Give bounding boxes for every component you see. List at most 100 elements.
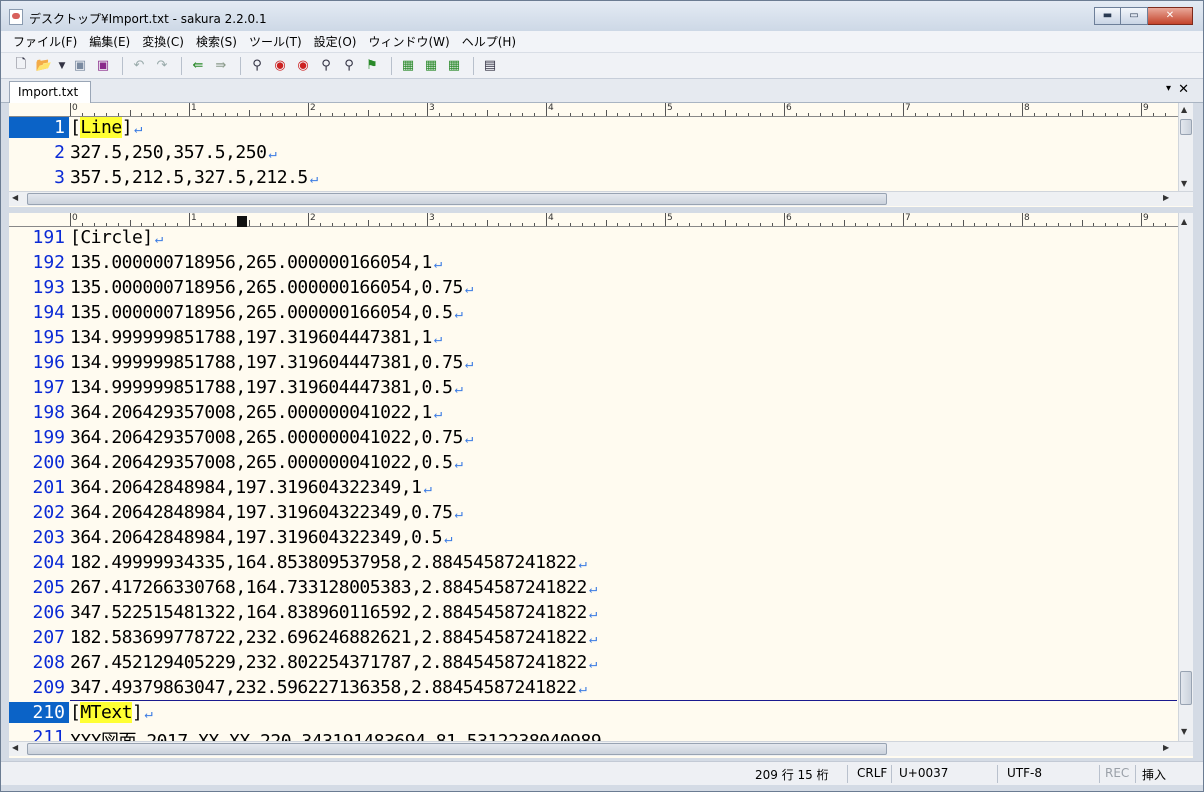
scroll-right-icon[interactable]: ▶: [1163, 193, 1169, 202]
vertical-scrollbar-bottom[interactable]: ▲ ▼: [1178, 213, 1193, 741]
line-number[interactable]: 204: [32, 552, 65, 573]
outline-icon[interactable]: ▦: [421, 56, 441, 76]
grep-icon[interactable]: ⚲: [316, 56, 336, 76]
title-bar[interactable]: デスクトップ¥Import.txt - sakura 2.2.0.1 ▬ ▭ ✕: [1, 1, 1203, 31]
text-line[interactable]: 135.000000718956,265.000000166054,0.75 ↵: [70, 277, 473, 298]
status-insert-mode[interactable]: 挿入: [1142, 766, 1166, 783]
horizontal-scrollbar-bottom[interactable]: ◀ ▶: [9, 741, 1193, 756]
find-icon[interactable]: ⚲: [247, 56, 267, 76]
line-number[interactable]: 2: [54, 142, 65, 163]
line-number[interactable]: 206: [32, 602, 65, 623]
scroll-down-icon[interactable]: ▼: [1181, 179, 1187, 188]
menu-edit[interactable]: 編集(E): [83, 32, 136, 52]
menu-settings[interactable]: 設定(O): [308, 32, 363, 52]
editor-pane-bottom[interactable]: 0 1 2 3 4 5 6 7 8 9 191 192 193 194 195 196 197 198 199 20…: [9, 213, 1193, 758]
line-number[interactable]: 202: [32, 502, 65, 523]
scroll-up-icon[interactable]: ▲: [1181, 105, 1187, 114]
text-line[interactable]: [Circle] ↵: [70, 227, 163, 248]
status-cursor-position[interactable]: 209 行 15 桁: [755, 766, 829, 783]
text-line[interactable]: 135.000000718956,265.000000166054,0.5 ↵: [70, 302, 463, 323]
text-line[interactable]: 135.000000718956,265.000000166054,1 ↵: [70, 252, 442, 273]
tab-import-txt[interactable]: Import.txt: [9, 81, 91, 103]
tab-close-icon[interactable]: ✕: [1178, 82, 1189, 97]
scroll-left-icon[interactable]: ◀: [12, 743, 18, 752]
text-line[interactable]: 364.20642848984,197.319604322349,1 ↵: [70, 477, 432, 498]
function-list-icon[interactable]: ▦: [444, 56, 464, 76]
text-line[interactable]: 364.20642848984,197.319604322349,0.75 ↵: [70, 502, 463, 523]
line-number[interactable]: 203: [32, 527, 65, 548]
text-area-top[interactable]: [Line] ↵ 327.5,250,357.5,250 ↵ 357.5,212.5,3…: [70, 117, 1177, 191]
save-all-icon[interactable]: ▣: [93, 56, 113, 76]
text-line[interactable]: 182.583699778722,232.696246882621,2.8845…: [70, 627, 597, 648]
text-line[interactable]: 134.999999851788,197.319604447381,0.75 ↵: [70, 352, 473, 373]
scroll-thumb[interactable]: [27, 193, 887, 205]
text-line[interactable]: 357.5,212.5,327.5,212.5 ↵: [70, 167, 318, 188]
editor-pane-top[interactable]: 0123456789 123 [Line] ↵ 327.5,250,357.5,25…: [9, 103, 1193, 207]
line-number[interactable]: 194: [32, 302, 65, 323]
text-line[interactable]: [MText] ↵: [70, 702, 153, 723]
line-number[interactable]: 208: [32, 652, 65, 673]
scroll-left-icon[interactable]: ◀: [12, 193, 18, 202]
line-number[interactable]: 201: [32, 477, 65, 498]
minimize-button[interactable]: ▬: [1094, 7, 1121, 25]
text-line[interactable]: 364.20642848984,197.319604322349,0.5 ↵: [70, 527, 453, 548]
dropdown-icon[interactable]: ▼: [57, 56, 67, 76]
app-icon[interactable]: [9, 9, 23, 25]
scroll-right-icon[interactable]: ▶: [1163, 743, 1169, 752]
line-number[interactable]: 191: [32, 227, 65, 248]
redo-icon[interactable]: ↷: [152, 56, 172, 76]
tab-list-dropdown-icon[interactable]: ▾: [1166, 83, 1171, 94]
line-number[interactable]: 197: [32, 377, 65, 398]
menu-file[interactable]: ファイル(F): [7, 32, 83, 52]
scroll-thumb[interactable]: [1180, 671, 1192, 705]
text-line[interactable]: 134.999999851788,197.319604447381,0.5 ↵: [70, 377, 463, 398]
close-button[interactable]: ✕: [1148, 7, 1193, 25]
text-area-bottom[interactable]: [Circle] ↵ 135.000000718956,265.0000001660…: [70, 227, 1177, 752]
menu-search[interactable]: 検索(S): [190, 32, 243, 52]
save-icon[interactable]: ▣: [70, 56, 90, 76]
text-line[interactable]: 134.999999851788,197.319604447381,1 ↵: [70, 327, 442, 348]
replace-icon[interactable]: ⚲: [339, 56, 359, 76]
menu-convert[interactable]: 変換(C): [136, 32, 190, 52]
status-encoding[interactable]: UTF-8: [1007, 766, 1042, 780]
line-number[interactable]: 209: [32, 677, 65, 698]
find-prev-icon[interactable]: ◉: [270, 56, 290, 76]
text-line[interactable]: 364.206429357008,265.000000041022,0.5 ↵: [70, 452, 463, 473]
menu-tools[interactable]: ツール(T): [243, 32, 308, 52]
line-number[interactable]: 196: [32, 352, 65, 373]
line-number[interactable]: 195: [32, 327, 65, 348]
line-number[interactable]: 198: [32, 402, 65, 423]
line-number[interactable]: 200: [32, 452, 65, 473]
jump-forward-icon[interactable]: ⇛: [211, 56, 231, 76]
line-number[interactable]: 199: [32, 427, 65, 448]
text-line[interactable]: 347.49379863047,232.596227136358,2.88454…: [70, 677, 587, 698]
menu-window[interactable]: ウィンドウ(W): [362, 32, 455, 52]
text-line[interactable]: 364.206429357008,265.000000041022,1 ↵: [70, 402, 442, 423]
scroll-thumb[interactable]: [1180, 119, 1192, 135]
open-file-icon[interactable]: 📂: [34, 56, 54, 76]
settings-list-icon[interactable]: ▤: [480, 56, 500, 76]
text-line[interactable]: 267.452129405229,232.802254371787,2.8845…: [70, 652, 597, 673]
line-number[interactable]: 192: [32, 252, 65, 273]
menu-help[interactable]: ヘルプ(H): [456, 32, 522, 52]
text-line[interactable]: 327.5,250,357.5,250 ↵: [70, 142, 277, 163]
status-line-ending[interactable]: CRLF: [857, 766, 887, 780]
find-next-icon[interactable]: ◉: [293, 56, 313, 76]
mark-icon[interactable]: ⚑: [362, 56, 382, 76]
vertical-scrollbar-top[interactable]: ▲ ▼: [1178, 103, 1193, 191]
line-number[interactable]: 205: [32, 577, 65, 598]
status-macro-record[interactable]: REC: [1105, 766, 1129, 780]
scroll-up-icon[interactable]: ▲: [1181, 217, 1187, 226]
line-number[interactable]: 210: [9, 702, 69, 723]
status-codepoint[interactable]: U+0037: [899, 766, 948, 780]
line-number[interactable]: 1: [9, 117, 69, 138]
text-line[interactable]: 182.49999934335,164.853809537958,2.88454…: [70, 552, 587, 573]
maximize-button[interactable]: ▭: [1121, 7, 1148, 25]
line-number[interactable]: 193: [32, 277, 65, 298]
text-line[interactable]: 267.417266330768,164.733128005383,2.8845…: [70, 577, 597, 598]
horizontal-scrollbar-top[interactable]: ◀ ▶: [9, 191, 1193, 206]
scroll-thumb[interactable]: [27, 743, 887, 755]
new-file-icon[interactable]: 🗋: [11, 56, 31, 76]
jump-back-icon[interactable]: ⇚: [188, 56, 208, 76]
text-line[interactable]: 347.522515481322,164.838960116592,2.8845…: [70, 602, 597, 623]
